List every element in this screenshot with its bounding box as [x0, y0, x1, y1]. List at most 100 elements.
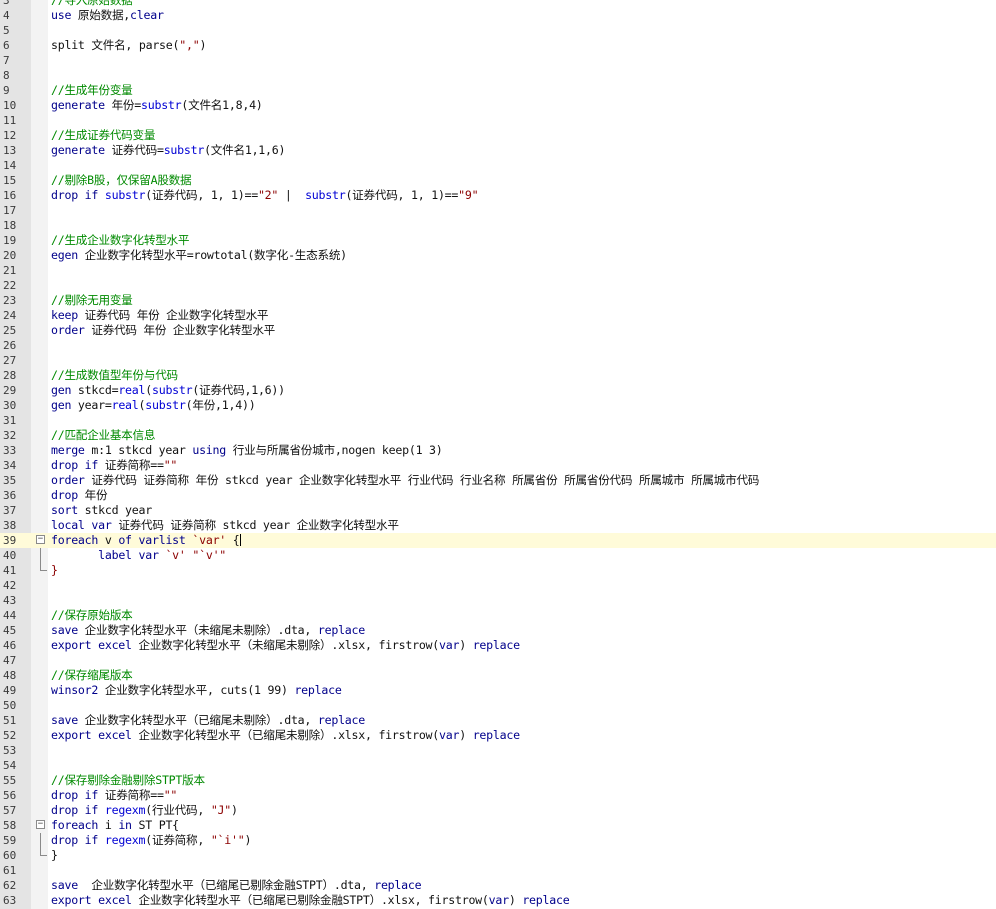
code-line[interactable]: 32 //匹配企业基本信息	[0, 428, 996, 443]
code-line[interactable]: 25 order 证券代码 年份 企业数字化转型水平	[0, 323, 996, 338]
code-line[interactable]: 59 drop if regexm(证券简称, "`i'")	[0, 833, 996, 848]
code-line[interactable]: 8	[0, 68, 996, 83]
code-line[interactable]: 33 merge m:1 stkcd year using 行业与所属省份城市,n…	[0, 443, 996, 458]
code-line[interactable]: 17	[0, 203, 996, 218]
code-line[interactable]: 52 export excel 企业数字化转型水平（已缩尾未剔除）.xlsx, f…	[0, 728, 996, 743]
code-text[interactable]: save 企业数字化转型水平（已缩尾已剔除金融STPT）.dta, replac…	[51, 878, 422, 893]
code-line[interactable]: 49 winsor2 企业数字化转型水平, cuts(1 99) replace	[0, 683, 996, 698]
code-text[interactable]: //剔除无用变量	[51, 293, 133, 308]
code-line[interactable]: 15 //剔除B股，仅保留A股数据	[0, 173, 996, 188]
code-line[interactable]: 60}	[0, 848, 996, 863]
code-text[interactable]: //生成证券代码变量	[51, 128, 155, 143]
code-line[interactable]: 12 //生成证券代码变量	[0, 128, 996, 143]
code-text[interactable]: split 文件名, parse(",")	[51, 38, 206, 53]
code-editor[interactable]: 3//导入原始数据 4 use 原始数据,clear 5 6 split 文件名, par…	[0, 0, 996, 909]
code-text[interactable]: label var `v' "`v'"	[51, 548, 226, 563]
code-line[interactable]: 34 drop if 证券简称==""	[0, 458, 996, 473]
code-text[interactable]: export excel 企业数字化转型水平（已缩尾已剔除金融STPT）.xls…	[51, 893, 570, 908]
code-line[interactable]: 7	[0, 53, 996, 68]
code-line[interactable]: 22	[0, 278, 996, 293]
code-text[interactable]: gen stkcd=real(substr(证券代码,1,6))	[51, 383, 285, 398]
code-line[interactable]: 51 save 企业数字化转型水平（已缩尾未剔除）.dta, replace	[0, 713, 996, 728]
code-line[interactable]: 47	[0, 653, 996, 668]
code-line[interactable]: 20 egen 企业数字化转型水平=rowtotal(数字化-生态系统)	[0, 248, 996, 263]
code-text[interactable]: order 证券代码 年份 企业数字化转型水平	[51, 323, 275, 338]
code-line[interactable]: 40 label var `v' "`v'"	[0, 548, 996, 563]
code-text[interactable]: use 原始数据,clear	[51, 8, 164, 23]
code-line[interactable]: 61	[0, 863, 996, 878]
code-line[interactable]: 18	[0, 218, 996, 233]
code-line[interactable]: 4 use 原始数据,clear	[0, 8, 996, 23]
code-line[interactable]: 16 drop if substr(证券代码, 1, 1)=="2" | subs…	[0, 188, 996, 203]
code-line[interactable]: 46 export excel 企业数字化转型水平（未缩尾未剔除）.xlsx, f…	[0, 638, 996, 653]
code-line[interactable]: 11	[0, 113, 996, 128]
code-text[interactable]: }	[51, 848, 58, 863]
code-text[interactable]: drop if 证券简称==""	[51, 458, 177, 473]
code-text[interactable]: save 企业数字化转型水平（未缩尾未剔除）.dta, replace	[51, 623, 365, 638]
code-line[interactable]: 36 drop 年份	[0, 488, 996, 503]
code-text[interactable]: keep 证券代码 年份 企业数字化转型水平	[51, 308, 269, 323]
code-line[interactable]: 5	[0, 23, 996, 38]
code-text[interactable]: export excel 企业数字化转型水平（已缩尾未剔除）.xlsx, fir…	[51, 728, 520, 743]
code-text[interactable]: export excel 企业数字化转型水平（未缩尾未剔除）.xlsx, fir…	[51, 638, 520, 653]
code-line[interactable]: 35 order 证券代码 证券简称 年份 stkcd year 企业数字化转型水…	[0, 473, 996, 488]
code-line[interactable]: 38 local var 证券代码 证券简称 stkcd year 企业数字化转型…	[0, 518, 996, 533]
code-line[interactable]: 19 //生成企业数字化转型水平	[0, 233, 996, 248]
code-text[interactable]: drop if regexm(证券简称, "`i'")	[51, 833, 251, 848]
code-line[interactable]: 27	[0, 353, 996, 368]
code-line[interactable]: 9 //生成年份变量	[0, 83, 996, 98]
code-line[interactable]: 6 split 文件名, parse(",")	[0, 38, 996, 53]
code-line[interactable]: 53	[0, 743, 996, 758]
code-text[interactable]: local var 证券代码 证券简称 stkcd year 企业数字化转型水平	[51, 518, 399, 533]
fold-toggle-icon[interactable]: −	[36, 535, 45, 544]
code-line[interactable]: 13 generate 证券代码=substr(文件名1,1,6)	[0, 143, 996, 158]
code-line[interactable]: 63 export excel 企业数字化转型水平（已缩尾已剔除金融STPT）.x…	[0, 893, 996, 908]
code-line[interactable]: 37 sort stkcd year	[0, 503, 996, 518]
code-text[interactable]: gen year=real(substr(年份,1,4))	[51, 398, 256, 413]
code-text[interactable]: generate 年份=substr(文件名1,8,4)	[51, 98, 263, 113]
code-text[interactable]: foreach i in ST PT{	[51, 818, 179, 833]
code-text[interactable]: //保存缩尾版本	[51, 668, 133, 683]
code-line[interactable]: 28 //生成数值型年份与代码	[0, 368, 996, 383]
code-line[interactable]: 23 //剔除无用变量	[0, 293, 996, 308]
code-text[interactable]: //保存原始版本	[51, 608, 133, 623]
code-line[interactable]: 31	[0, 413, 996, 428]
code-line[interactable]: 54	[0, 758, 996, 773]
code-line[interactable]: 39 − foreach v of varlist `var' {	[0, 533, 996, 548]
code-line[interactable]: 21	[0, 263, 996, 278]
code-line[interactable]: 56 drop if 证券简称==""	[0, 788, 996, 803]
code-line[interactable]: 10 generate 年份=substr(文件名1,8,4)	[0, 98, 996, 113]
code-text[interactable]: //匹配企业基本信息	[51, 428, 155, 443]
code-text[interactable]: drop if 证券简称==""	[51, 788, 177, 803]
code-text[interactable]: //保存剔除金融剔除STPT版本	[51, 773, 205, 788]
code-line[interactable]: 44 //保存原始版本	[0, 608, 996, 623]
code-line[interactable]: 58 − foreach i in ST PT{	[0, 818, 996, 833]
code-line[interactable]: 14	[0, 158, 996, 173]
code-text[interactable]: drop 年份	[51, 488, 108, 503]
code-text[interactable]: egen 企业数字化转型水平=rowtotal(数字化-生态系统)	[51, 248, 347, 263]
code-text[interactable]: //剔除B股，仅保留A股数据	[51, 173, 192, 188]
code-line[interactable]: 3 //导入原始数据	[0, 0, 996, 8]
code-line[interactable]: 45 save 企业数字化转型水平（未缩尾未剔除）.dta, replace	[0, 623, 996, 638]
code-line[interactable]: 41}	[0, 563, 996, 578]
code-text[interactable]: foreach v of varlist `var' {	[51, 533, 241, 548]
code-text[interactable]: winsor2 企业数字化转型水平, cuts(1 99) replace	[51, 683, 342, 698]
code-text[interactable]: drop if substr(证券代码, 1, 1)=="2" | substr…	[51, 188, 479, 203]
code-text[interactable]: //生成数值型年份与代码	[51, 368, 178, 383]
code-line[interactable]: 62 save 企业数字化转型水平（已缩尾已剔除金融STPT）.dta, repl…	[0, 878, 996, 893]
code-line[interactable]: 42	[0, 578, 996, 593]
code-text[interactable]: drop if regexm(行业代码, "J")	[51, 803, 238, 818]
code-text[interactable]: sort stkcd year	[51, 503, 152, 518]
code-text[interactable]: //导入原始数据	[51, 0, 133, 8]
code-line[interactable]: 24 keep 证券代码 年份 企业数字化转型水平	[0, 308, 996, 323]
code-text[interactable]: generate 证券代码=substr(文件名1,1,6)	[51, 143, 285, 158]
code-line[interactable]: 30 gen year=real(substr(年份,1,4))	[0, 398, 996, 413]
code-line[interactable]: 55 //保存剔除金融剔除STPT版本	[0, 773, 996, 788]
code-line[interactable]: 43	[0, 593, 996, 608]
code-text[interactable]: save 企业数字化转型水平（已缩尾未剔除）.dta, replace	[51, 713, 365, 728]
code-line[interactable]: 48 //保存缩尾版本	[0, 668, 996, 683]
code-text[interactable]: //生成企业数字化转型水平	[51, 233, 190, 248]
code-line[interactable]: 26	[0, 338, 996, 353]
code-line[interactable]: 29 gen stkcd=real(substr(证券代码,1,6))	[0, 383, 996, 398]
code-text[interactable]: order 证券代码 证券简称 年份 stkcd year 企业数字化转型水平 …	[51, 473, 759, 488]
